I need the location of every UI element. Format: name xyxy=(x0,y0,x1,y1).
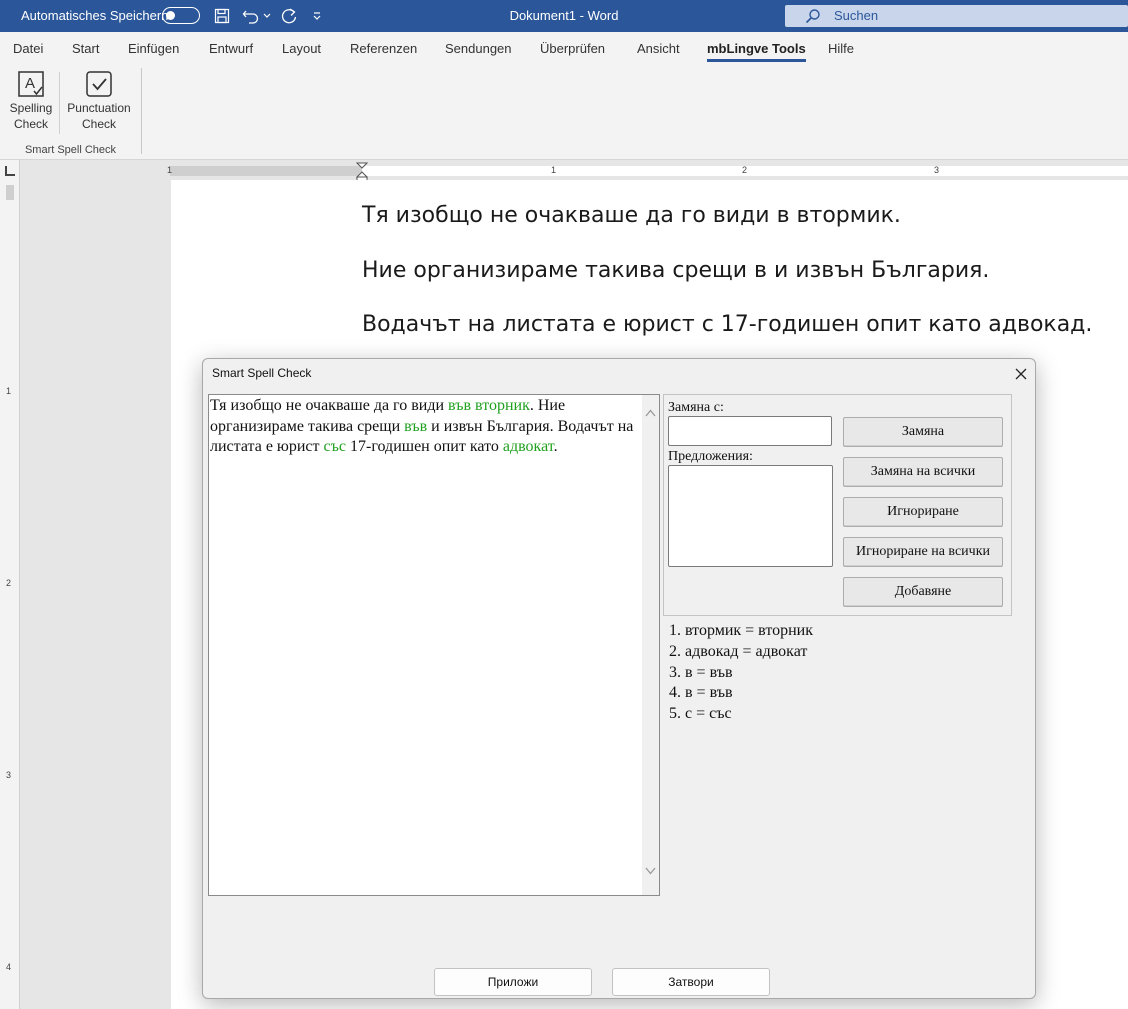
text-segment: Тя изобщо не очакваше да го види xyxy=(210,397,449,414)
autosave-toggle[interactable] xyxy=(162,7,200,24)
corrected-text-pane[interactable]: Тя изобщо не очакваше да го види във вто… xyxy=(208,394,660,896)
corrected-word[interactable]: адвокат xyxy=(503,438,554,455)
ribbon: A Spelling Check Punctuation Check Smart… xyxy=(0,64,1128,160)
correction-item: 5. с = със xyxy=(669,705,732,723)
text-segment: 17-годишен опит като xyxy=(346,438,503,455)
document-line: Водачът на листата е юрист с 17-годишен … xyxy=(362,312,1093,337)
tab-hilfe[interactable]: Hilfe xyxy=(828,41,854,56)
corrected-word[interactable]: със xyxy=(324,438,346,455)
suggestions-list[interactable] xyxy=(668,465,833,567)
ribbon-group-label: Smart Spell Check xyxy=(24,144,117,156)
replacement-panel: Замяна с: Предложения: Замяна Замяна на … xyxy=(663,394,1012,616)
punctuation-check-line1: Punctuation xyxy=(67,101,131,115)
tab-ansicht[interactable]: Ansicht xyxy=(637,41,680,56)
tab-ueberpruefen[interactable]: Überprüfen xyxy=(540,41,605,56)
document-line: Тя изобщо не очакваше да го види в вторм… xyxy=(362,203,901,228)
autosave-label: Automatisches Speichern xyxy=(21,8,169,23)
search-label: Suchen xyxy=(834,8,879,23)
replace-with-label: Замяна с: xyxy=(668,400,724,415)
spelling-check-line2: Check xyxy=(13,117,48,131)
vruler-number: 1 xyxy=(6,386,12,396)
punctuation-check-line2: Check xyxy=(81,117,116,131)
vruler-number: 3 xyxy=(6,770,12,780)
close-icon[interactable] xyxy=(1010,363,1032,385)
spelling-check-icon: A xyxy=(18,71,44,97)
tab-selector[interactable] xyxy=(5,166,15,176)
vertical-ruler: 1 2 3 4 xyxy=(0,160,20,1009)
text-segment: . xyxy=(553,438,558,455)
dialog-title: Smart Spell Check xyxy=(212,366,312,380)
punctuation-check-icon xyxy=(86,71,112,97)
correction-item: 2. адвокад = адвокат xyxy=(669,642,808,660)
ignore-all-button[interactable]: Игнориране на всички xyxy=(843,537,1003,567)
correction-item: 1. втормик = вторник xyxy=(669,622,814,639)
tab-referenzen[interactable]: Referenzen xyxy=(350,41,417,56)
corrected-word[interactable]: във вторник xyxy=(448,397,530,414)
undo-icon[interactable] xyxy=(240,6,262,26)
tab-datei[interactable]: Datei xyxy=(13,41,43,56)
corrected-text: Тя изобщо не очакваше да го види във вто… xyxy=(210,396,640,458)
close-button[interactable]: Затвори xyxy=(612,968,770,996)
customize-qat-icon[interactable] xyxy=(310,6,324,26)
vertical-scrollbar[interactable] xyxy=(642,395,659,895)
suggestions-label: Предложения: xyxy=(668,449,753,464)
undo-dropdown-icon[interactable] xyxy=(262,6,272,26)
ignore-button[interactable]: Игнориране xyxy=(843,497,1003,527)
vertical-ruler-margin xyxy=(6,185,14,200)
title-bar: Automatisches Speichern Dokument1 - Word… xyxy=(0,0,1128,32)
replace-with-field[interactable] xyxy=(668,416,832,446)
spelling-check-line1: Spelling xyxy=(9,101,53,115)
corrections-list: 1. втормик = вторник 2. адвокад = адвока… xyxy=(669,621,969,725)
correction-item: 4. в = във xyxy=(669,684,733,702)
hruler-number: 3 xyxy=(934,165,940,175)
document-line: Ние организираме такива срещи в и извън … xyxy=(362,258,990,283)
tab-layout[interactable]: Layout xyxy=(282,41,321,56)
spelling-check-button[interactable]: A Spelling Check xyxy=(6,70,56,132)
ribbon-group-separator xyxy=(141,68,142,154)
tab-einfuegen[interactable]: Einfügen xyxy=(128,41,179,56)
ribbon-separator xyxy=(59,72,60,134)
correction-item: 3. в = във xyxy=(669,663,733,681)
tab-mblingve-tools[interactable]: mbLingve Tools xyxy=(707,41,806,62)
hruler-number: 1 xyxy=(551,165,557,175)
ruler-margin xyxy=(170,166,362,176)
tab-entwurf[interactable]: Entwurf xyxy=(209,41,253,56)
scroll-up-icon[interactable] xyxy=(645,409,656,417)
corrected-word[interactable]: във xyxy=(404,418,427,435)
tab-sendungen[interactable]: Sendungen xyxy=(445,41,512,56)
horizontal-ruler: 1 1 2 3 xyxy=(20,160,1128,184)
save-icon[interactable] xyxy=(212,6,232,26)
hruler-number: 1 xyxy=(167,165,173,175)
replace-button[interactable]: Замяна xyxy=(843,417,1003,447)
vruler-number: 2 xyxy=(6,578,12,588)
search-icon xyxy=(805,9,820,24)
hruler-number: 2 xyxy=(742,165,748,175)
smart-spell-check-dialog: Smart Spell Check Тя изобщо не очакваше … xyxy=(202,358,1036,999)
search-box[interactable]: Suchen xyxy=(785,5,1128,27)
punctuation-check-button[interactable]: Punctuation Check xyxy=(63,70,135,132)
replace-all-button[interactable]: Замяна на всички xyxy=(843,457,1003,487)
vruler-number: 4 xyxy=(6,962,12,972)
menu-bar: Datei Start Einfügen Entwurf Layout Refe… xyxy=(0,32,1128,64)
redo-icon[interactable] xyxy=(278,6,300,26)
scroll-down-icon[interactable] xyxy=(645,867,656,875)
tab-start[interactable]: Start xyxy=(72,41,99,56)
apply-button[interactable]: Приложи xyxy=(434,968,592,996)
svg-text:A: A xyxy=(25,75,35,92)
add-button[interactable]: Добавяне xyxy=(843,577,1003,607)
